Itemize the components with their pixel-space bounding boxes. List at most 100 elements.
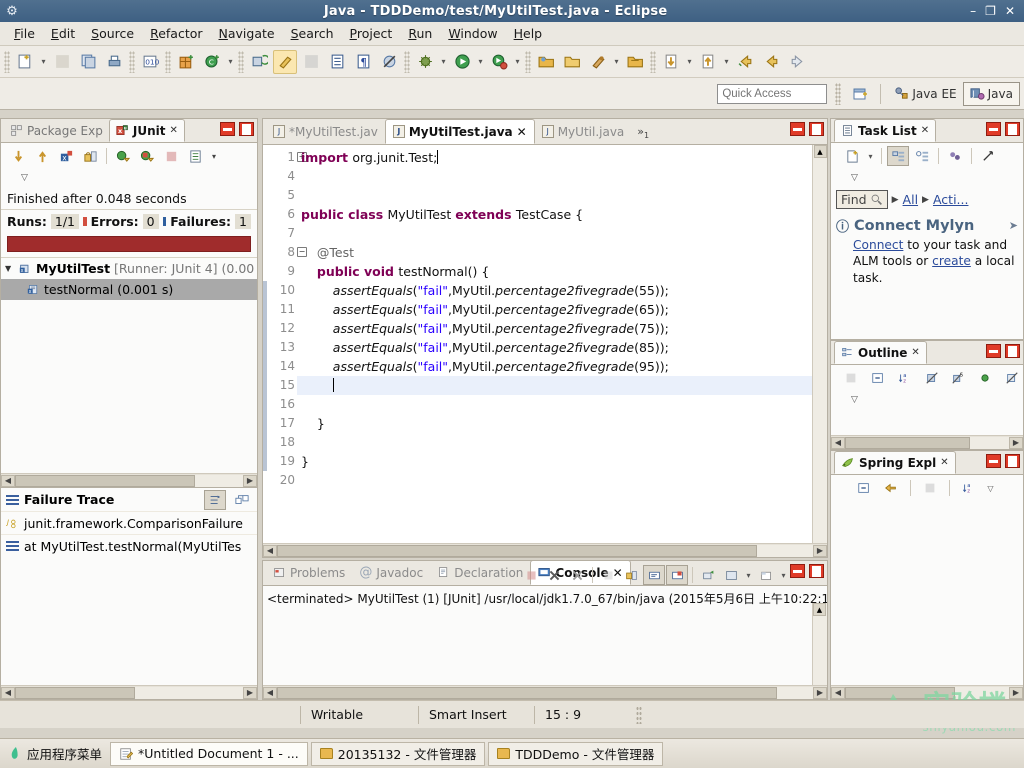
- chevron-down-icon[interactable]: ▾: [684, 50, 695, 74]
- code-line[interactable]: @Test: [297, 243, 812, 262]
- toolbar-grip[interactable]: [835, 82, 842, 105]
- new-wizard-icon[interactable]: [13, 50, 37, 74]
- code-line[interactable]: [297, 186, 812, 205]
- scroll-left-icon[interactable]: ◀: [831, 436, 845, 449]
- scroll-thumb[interactable]: [15, 686, 135, 699]
- code-line[interactable]: [297, 167, 812, 186]
- show-whitespace-icon[interactable]: ¶: [351, 50, 375, 74]
- editor-tab-0[interactable]: J *MyUtilTest.jav: [266, 119, 385, 144]
- code-line[interactable]: assertEquals("fail",MyUtil.percentage2fi…: [297, 300, 812, 319]
- toolbar-grip[interactable]: [404, 50, 410, 73]
- minimize-view-button[interactable]: [986, 344, 1001, 358]
- minimize-console-button[interactable]: [790, 564, 805, 578]
- junit-tree-hscrollbar[interactable]: ◀ ▶: [1, 473, 257, 487]
- code-line[interactable]: assertEquals("fail",MyUtil.percentage2fi…: [297, 338, 812, 357]
- tab-javadoc[interactable]: @ Javadoc: [352, 560, 430, 585]
- scroll-right-icon[interactable]: ▶: [813, 686, 827, 699]
- maximize-console-button[interactable]: [809, 564, 824, 578]
- view-menu-arrow-icon[interactable]: ▾: [208, 152, 220, 161]
- tab-package-explorer[interactable]: Package Exp: [4, 119, 109, 142]
- failure-trace-row-0[interactable]: J junit.framework.ComparisonFailure: [1, 511, 257, 534]
- tab-declaration[interactable]: Declaration: [430, 560, 530, 585]
- scroll-track[interactable]: [845, 686, 1009, 699]
- junit-tree-row-class[interactable]: ▼ x MyUtilTest [Runner: JUnit 4] (0.00: [1, 258, 257, 279]
- code-line[interactable]: public class MyUtilTest extends TestCase…: [297, 205, 812, 224]
- toggle-breakpoint-icon[interactable]: 010: [138, 50, 162, 74]
- scroll-up-icon[interactable]: ▲: [813, 145, 827, 158]
- synchronize-changed-icon[interactable]: [977, 146, 999, 166]
- close-icon[interactable]: ✕: [940, 457, 948, 468]
- create-link[interactable]: create: [932, 254, 971, 268]
- show-failures-only-icon[interactable]: x: [55, 146, 77, 166]
- restore-button[interactable]: ❐: [985, 4, 996, 18]
- new-java-package-icon[interactable]: [174, 50, 198, 74]
- taskbar-item-1[interactable]: 20135132 - 文件管理器: [310, 741, 486, 766]
- close-icon[interactable]: ✕: [169, 125, 177, 136]
- scroll-lock-icon[interactable]: [620, 565, 642, 585]
- new-java-class-icon[interactable]: C: [200, 50, 224, 74]
- compare-result-icon[interactable]: [231, 490, 253, 510]
- forward-icon[interactable]: [759, 50, 783, 74]
- editor-hscrollbar[interactable]: ◀ ▶: [263, 543, 827, 557]
- clear-console-icon[interactable]: [597, 565, 619, 585]
- scroll-thumb[interactable]: [15, 474, 195, 487]
- minimize-view-button[interactable]: [986, 454, 1001, 468]
- menu-item-project[interactable]: Project: [342, 24, 401, 43]
- next-annotation-icon[interactable]: [659, 50, 683, 74]
- package-explorer-icon[interactable]: [623, 50, 647, 74]
- link-with-editor-icon[interactable]: [880, 478, 902, 498]
- remove-all-launches-icon[interactable]: [566, 565, 588, 585]
- chevron-down-icon[interactable]: ▾: [743, 563, 754, 587]
- focus-on-workweek-icon[interactable]: [944, 146, 966, 166]
- remove-launch-icon[interactable]: [543, 565, 565, 585]
- test-run-history-icon[interactable]: [184, 146, 206, 166]
- hide-local-types-icon[interactable]: [1001, 368, 1023, 388]
- open-perspective-icon[interactable]: [848, 82, 872, 106]
- new-folder-icon[interactable]: [534, 50, 558, 74]
- minimize-view-button[interactable]: [220, 122, 235, 136]
- failure-trace-row-1[interactable]: at MyUtilTest.testNormal(MyUtilTes: [1, 534, 257, 557]
- scroll-left-icon[interactable]: ◀: [831, 686, 845, 699]
- scroll-track[interactable]: [277, 686, 813, 699]
- spring-hscrollbar[interactable]: ◀ ▶: [831, 685, 1023, 699]
- chevron-down-icon[interactable]: ▾: [865, 144, 876, 168]
- scroll-left-icon[interactable]: ◀: [263, 686, 277, 699]
- task-list-view-menu[interactable]: ▽: [831, 169, 1023, 187]
- menu-item-edit[interactable]: Edit: [43, 24, 83, 43]
- debug-icon[interactable]: [413, 50, 437, 74]
- expand-icon[interactable]: ➤: [1009, 219, 1018, 232]
- more-tabs-chevron-icon[interactable]: »1: [637, 125, 649, 144]
- hide-fields-icon[interactable]: [921, 368, 943, 388]
- toggle-mark-occurrences-icon[interactable]: [273, 49, 297, 74]
- chevron-down-icon[interactable]: ▾: [611, 50, 622, 74]
- scroll-up-icon[interactable]: ▲: [813, 603, 826, 616]
- code-line[interactable]: assertEquals("fail",MyUtil.percentage2fi…: [297, 319, 812, 338]
- collapse-all-icon[interactable]: [867, 368, 889, 388]
- pin-console-icon[interactable]: [697, 565, 719, 585]
- console-hscrollbar[interactable]: ◀ ▶: [263, 685, 827, 699]
- toolbar-grip[interactable]: [525, 50, 531, 73]
- app-menu-button[interactable]: 应用程序菜单: [0, 744, 110, 763]
- external-tools-icon[interactable]: [299, 50, 323, 74]
- toolbar-grip[interactable]: [129, 50, 135, 73]
- menu-item-navigate[interactable]: Navigate: [211, 24, 283, 43]
- open-folder-icon[interactable]: [560, 50, 584, 74]
- junit-view-menu[interactable]: ▽: [1, 169, 257, 187]
- rerun-failed-icon[interactable]: [136, 146, 158, 166]
- taskbar-item-2[interactable]: TDDDemo - 文件管理器: [488, 741, 664, 766]
- scroll-track[interactable]: [813, 158, 827, 544]
- menu-item-refactor[interactable]: Refactor: [142, 24, 210, 43]
- outline-view-menu[interactable]: ▽: [831, 391, 1023, 409]
- maximize-view-button[interactable]: [1005, 122, 1020, 136]
- code-line[interactable]: [297, 376, 812, 395]
- scroll-right-icon[interactable]: ▶: [243, 686, 257, 699]
- editor-tab-2[interactable]: J MyUtil.java: [535, 119, 632, 144]
- filter-stack-trace-icon[interactable]: [204, 489, 226, 510]
- categorized-presentation-icon[interactable]: [887, 146, 909, 166]
- code-line[interactable]: }: [297, 452, 812, 471]
- code-line[interactable]: assertEquals("fail",MyUtil.percentage2fi…: [297, 281, 812, 300]
- scroll-thumb[interactable]: [845, 436, 970, 449]
- code-line[interactable]: [297, 433, 812, 452]
- skip-breakpoints-icon[interactable]: [377, 50, 401, 74]
- filter-icon[interactable]: [919, 478, 941, 498]
